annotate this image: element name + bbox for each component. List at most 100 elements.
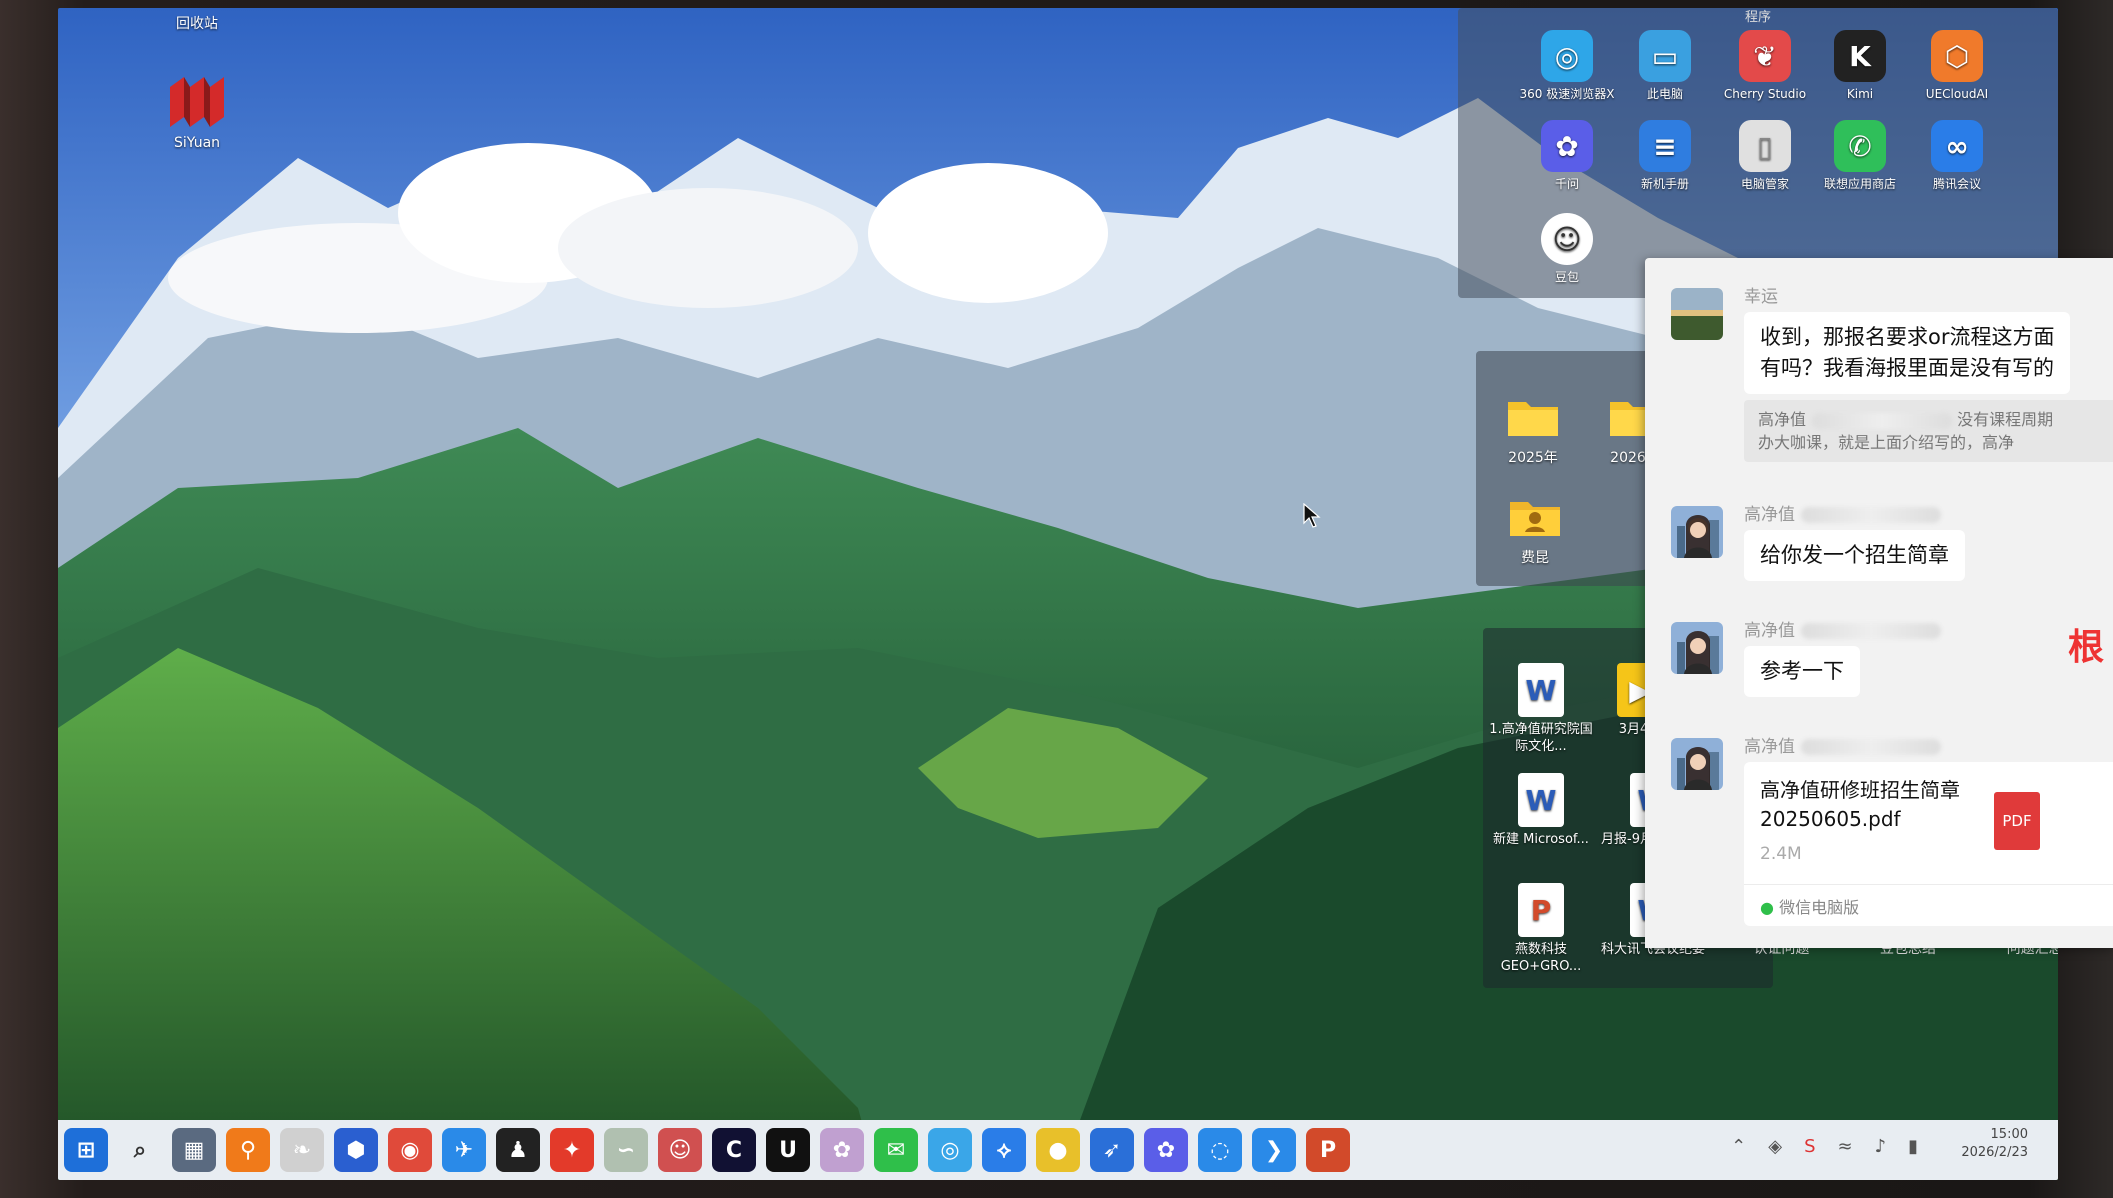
desktop-icon-label: Cherry Studio (1723, 87, 1807, 101)
taskbar-app-button[interactable]: ✈ (442, 1128, 486, 1172)
file-source: ● 微信电脑版 (1760, 894, 1859, 918)
message-sender: 高净值 (1744, 500, 1941, 525)
sender-name: 高净值 (1744, 621, 1795, 641)
quote-text: 办大咖课，就是上面介绍写的，高净 (1758, 433, 2015, 452)
redacted-block (1801, 623, 1941, 639)
desktop-icon-program[interactable]: ☺ 豆包 (1508, 213, 1626, 286)
taskbar-app-button[interactable]: ◎ (928, 1128, 972, 1172)
desktop-icon-file[interactable]: P 燕数科技 GEO+GRO... (1486, 883, 1596, 975)
desktop-icon-label: 腾讯会议 (1932, 177, 1981, 191)
taskbar-app-button[interactable]: ➶ (1090, 1128, 1134, 1172)
u-app-icon: U (779, 1137, 797, 1163)
doubao-icon: ☺ (668, 1137, 692, 1163)
hexagon-app-icon: ⬢ (346, 1137, 366, 1163)
taskbar-app-button[interactable]: ⬢ (334, 1128, 378, 1172)
desktop-icon-label: 回收站 (176, 16, 218, 32)
flower-app-icon: ✿ (832, 1137, 852, 1163)
recycle-bin-icon (168, 8, 226, 12)
taskbar-app-button[interactable]: ⚲ (226, 1128, 270, 1172)
qianwen-icon: ✿ (1541, 120, 1593, 172)
wechat-chat-panel: 幸运 收到，那报名要求or流程这方面 有吗？我看海报里面是没有写的 高净值 没有… (1645, 258, 2113, 948)
taskbar-app-button[interactable]: ✉ (874, 1128, 918, 1172)
message-line: 有吗？我看海报里面是没有写的 (1760, 356, 2054, 380)
taskbar-app-button[interactable]: ♟ (496, 1128, 540, 1172)
speaker-icon[interactable]: ♪ (1875, 1136, 1887, 1157)
desktop-icon-program[interactable]: ∞ 腾讯会议 (1898, 120, 2016, 193)
magnifier-app-icon: ⚲ (239, 1137, 257, 1163)
taskbar-app-button[interactable]: ◌ (1198, 1128, 1242, 1172)
taskbar-app-button[interactable]: ❯ (1252, 1128, 1296, 1172)
message-bubble[interactable]: 收到，那报名要求or流程这方面 有吗？我看海报里面是没有写的 (1744, 312, 2071, 394)
taskbar-app-button[interactable]: ☺ (658, 1128, 702, 1172)
feishu-icon: ⟡ (996, 1137, 1012, 1163)
desktop-icon-program[interactable]: ⬡ UECloudAI (1898, 30, 2016, 103)
qq-icon: ♟ (508, 1137, 528, 1163)
desktop-icon-label: Kimi (1846, 87, 1874, 101)
redacted-block (1812, 412, 1953, 429)
document-icon: ▯ (1739, 120, 1791, 172)
sender-name: 高净值 (1744, 737, 1795, 757)
wifi-icon[interactable]: ≈ (1838, 1136, 1853, 1157)
taskbar-app-button[interactable]: U (766, 1128, 810, 1172)
chevron-up-icon[interactable]: ⌃ (1731, 1136, 1746, 1157)
message-bubble[interactable]: 参考一下 (1744, 646, 1860, 697)
desktop-icon-label: 费昆 (1521, 550, 1549, 566)
taskbar-app-button[interactable]: ∽ (604, 1128, 648, 1172)
taskbar-app-button[interactable]: P (1306, 1128, 1350, 1172)
bird-app-icon: ✈ (454, 1137, 474, 1163)
pdf-badge: PDF (2002, 812, 2032, 830)
file-message-card[interactable]: 高净值研修班招生简章 20250605.pdf 2.4M PDF ● 微信电脑版 (1744, 762, 2113, 926)
taskbar-app-button[interactable]: ✿ (820, 1128, 864, 1172)
clock[interactable]: 15:00 2026/2/23 (1961, 1126, 2028, 1162)
desktop-icon-label: 联想应用商店 (1823, 177, 1896, 191)
avatar[interactable] (1671, 288, 1723, 340)
search-icon: ⌕ (133, 1137, 147, 1163)
divider (1744, 884, 2113, 885)
avatar[interactable] (1671, 622, 1723, 674)
monitor-icon: ▭ (1639, 30, 1691, 82)
leaf-app-icon: ❧ (292, 1137, 312, 1163)
ime-icon[interactable]: ◈ (1768, 1136, 1782, 1157)
desktop-icon-recycle-bin[interactable]: 回收站 (138, 8, 256, 33)
quoted-message[interactable]: 高净值 没有课程周期 办大咖课，就是上面介绍写的，高净 (1744, 400, 2113, 462)
avatar[interactable] (1671, 506, 1723, 558)
manual-icon: ≡ (1639, 120, 1691, 172)
file-name-line: 高净值研修班招生简章 (1760, 778, 1960, 802)
tencent-meeting-icon: ∞ (1931, 120, 1983, 172)
desktop-icon-label: 千问 (1554, 177, 1579, 191)
desktop-icon-file[interactable]: W 新建 Microsof... (1486, 773, 1596, 848)
folder-icon (1504, 388, 1562, 446)
battery-icon[interactable]: ▮ (1908, 1136, 1918, 1157)
desktop-icon-file[interactable]: W 1.高净值研究院国际文化... (1486, 663, 1596, 755)
desktop-icon-folder-2025[interactable]: 2025年 (1474, 388, 1592, 467)
desktop-icon-siyuan[interactable]: SiYuan (138, 73, 256, 152)
message-sender: 高净值 (1744, 732, 1941, 757)
powerpoint-icon: P (1319, 1137, 1337, 1163)
vscode-icon: ❯ (1264, 1137, 1284, 1163)
taskbar-app-button[interactable]: ▦ (172, 1128, 216, 1172)
desktop-icon-label: 新建 Microsof... (1493, 832, 1589, 847)
message-bubble[interactable]: 给你发一个招生简章 (1744, 530, 1965, 581)
taskbar-app-button[interactable]: ⟡ (982, 1128, 1026, 1172)
kimi-icon: K (1834, 30, 1886, 82)
app-store-icon: ✆ (1834, 120, 1886, 172)
c-app-icon: C (725, 1137, 743, 1163)
desktop-icon-label: SiYuan (173, 135, 221, 151)
taskbar-app-button[interactable]: ⊞ (64, 1128, 108, 1172)
taskbar-app-button[interactable]: ❧ (280, 1128, 324, 1172)
taskbar-app-button[interactable]: C (712, 1128, 756, 1172)
taskbar-app-button[interactable]: ✦ (550, 1128, 594, 1172)
desktop-icon-user-folder[interactable]: 费昆 (1476, 488, 1594, 567)
word-doc-icon: W (1518, 663, 1564, 717)
taskbar-app-button[interactable]: ◉ (388, 1128, 432, 1172)
message-sender: 高净值 (1744, 616, 1941, 641)
taskbar-app-button[interactable]: ✿ (1144, 1128, 1188, 1172)
redacted-block (1801, 507, 1941, 523)
avatar[interactable] (1671, 738, 1723, 790)
antivirus-tray-icon[interactable]: S (1804, 1136, 1815, 1157)
desktop-icon-label: 360 极速浏览器X (1519, 87, 1615, 101)
quote-text: 没有课程周期 (1957, 410, 2054, 429)
windows-start-icon: ⊞ (76, 1137, 96, 1163)
taskbar-app-button[interactable]: ⌕ (118, 1128, 162, 1172)
taskbar-app-button[interactable]: ● (1036, 1128, 1080, 1172)
